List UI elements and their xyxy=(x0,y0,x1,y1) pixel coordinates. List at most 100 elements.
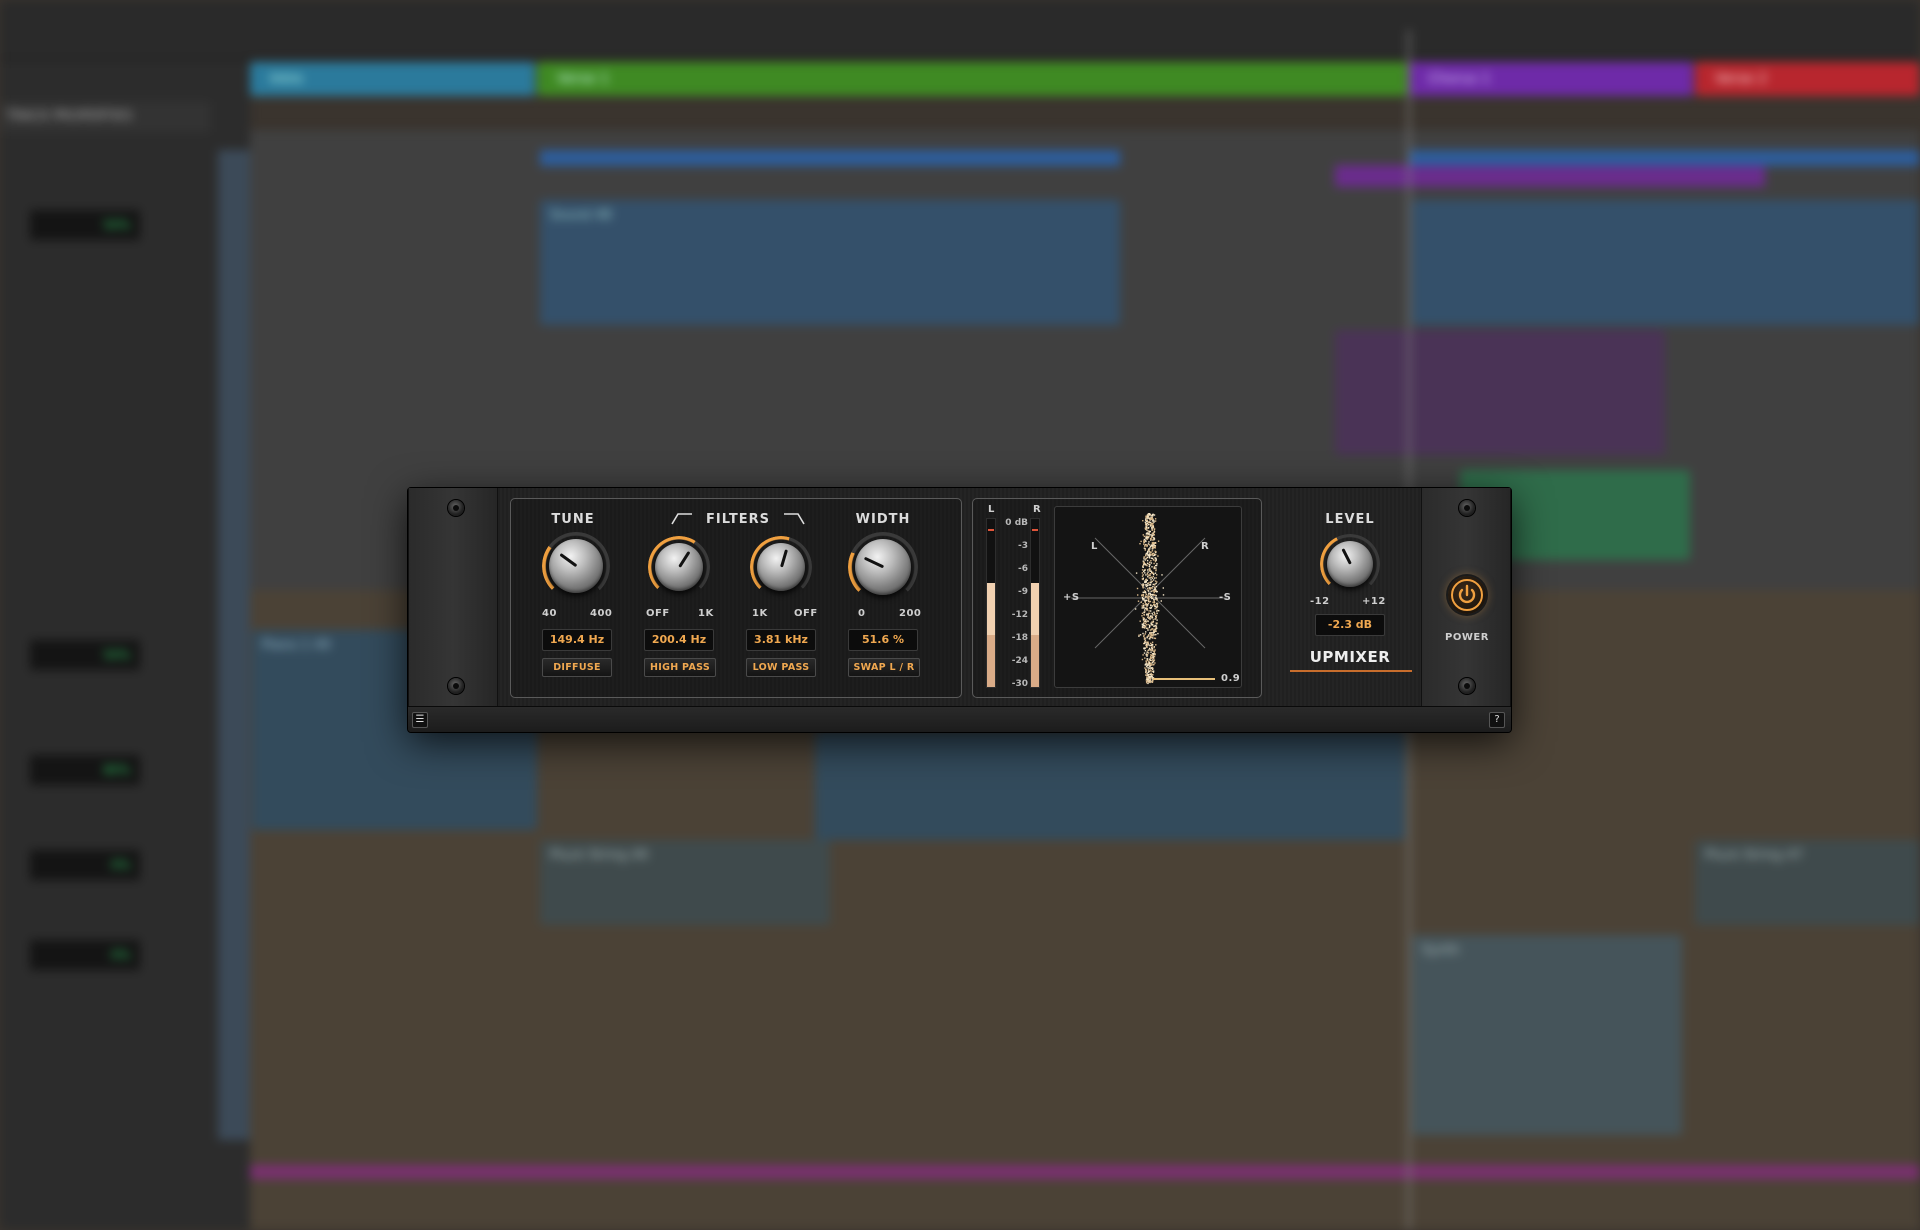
scope-dot xyxy=(1144,549,1146,551)
upmixer-plugin-window: TUNE 40 400 149.4 Hz DIFFUSE FILTERS OFF… xyxy=(408,488,1511,732)
highpass-readout[interactable]: 200.4 Hz xyxy=(644,629,714,651)
menu-icon[interactable]: ☰ xyxy=(412,712,428,728)
scope-dot xyxy=(1148,557,1151,559)
scope-dot xyxy=(1148,647,1151,650)
width-min: 0 xyxy=(858,608,866,619)
scope-dot xyxy=(1149,563,1151,566)
scope-dot xyxy=(1141,578,1144,580)
scope-dot xyxy=(1156,610,1158,613)
scope-dot xyxy=(1155,615,1157,618)
scope-dot xyxy=(1146,651,1148,653)
scope-dot xyxy=(1142,654,1144,656)
highpass-knob[interactable] xyxy=(648,536,710,598)
width-knob[interactable] xyxy=(848,532,918,602)
scope-dot xyxy=(1151,550,1154,552)
scope-dot xyxy=(1150,644,1153,646)
scope-dot xyxy=(1146,564,1148,567)
level-knob[interactable] xyxy=(1320,534,1380,594)
scope-dot xyxy=(1151,633,1153,635)
scope-dot xyxy=(1148,577,1150,579)
scope-dot xyxy=(1147,523,1150,526)
level-readout[interactable]: -2.3 dB xyxy=(1315,614,1385,636)
scope-dot xyxy=(1146,659,1149,662)
high-pass-button[interactable]: HIGH PASS xyxy=(644,658,716,677)
scope-dot xyxy=(1148,595,1151,598)
scope-dot xyxy=(1147,594,1149,596)
scope-dot xyxy=(1155,577,1157,579)
scope-dot xyxy=(1148,514,1151,516)
scope-dot xyxy=(1155,559,1157,561)
scope-dot xyxy=(1150,610,1152,612)
scope-dot xyxy=(1150,570,1152,572)
width-readout[interactable]: 51.6 % xyxy=(848,629,918,651)
scope-dot xyxy=(1145,631,1147,633)
scope-dot xyxy=(1147,629,1149,631)
scope-dot xyxy=(1144,633,1146,635)
tune-readout[interactable]: 149.4 Hz xyxy=(542,629,612,651)
scope-dot xyxy=(1148,541,1150,543)
scope-dot xyxy=(1143,556,1145,559)
scope-dot xyxy=(1153,562,1155,565)
bar-purple xyxy=(1335,165,1765,187)
scope-dot xyxy=(1161,574,1163,576)
scope-dot xyxy=(1154,608,1156,610)
scope-dot xyxy=(1143,569,1146,572)
swap-lr-button[interactable]: SWAP L / R xyxy=(848,658,920,677)
scope-dot xyxy=(1146,559,1149,562)
lowpass-readout[interactable]: 3.81 kHz xyxy=(746,629,816,651)
scope-dot xyxy=(1146,655,1148,657)
scope-dot xyxy=(1142,593,1144,596)
scope-dot xyxy=(1147,569,1149,571)
scope-dot xyxy=(1152,668,1154,670)
scope-dot xyxy=(1153,659,1155,662)
scope-dot xyxy=(1143,543,1145,545)
scope-dot xyxy=(1147,590,1150,592)
scope-dot xyxy=(1147,587,1149,590)
scope-dot xyxy=(1145,585,1148,588)
scope-dot xyxy=(1149,680,1152,682)
scope-dot xyxy=(1148,587,1151,589)
scope-dot xyxy=(1152,680,1154,682)
scope-dot xyxy=(1149,632,1151,634)
scope-dot xyxy=(1151,621,1154,623)
meter-scale-tick: -24 xyxy=(1011,656,1028,666)
scope-dot xyxy=(1145,528,1147,531)
scope-dot xyxy=(1153,646,1155,649)
scope-dot xyxy=(1151,654,1153,657)
lowpass-knob[interactable] xyxy=(750,536,812,598)
scope-dot xyxy=(1156,574,1158,576)
scope-dot xyxy=(1147,641,1149,643)
scope-l-label: L xyxy=(1091,541,1098,552)
scope-dot xyxy=(1153,637,1156,639)
scope-dot xyxy=(1145,518,1147,520)
scope-dot xyxy=(1156,619,1158,621)
screw-icon xyxy=(448,678,464,694)
scope-dot xyxy=(1157,555,1159,557)
low-pass-button[interactable]: LOW PASS xyxy=(746,658,816,677)
scope-dot xyxy=(1150,672,1152,675)
scope-dot xyxy=(1144,581,1146,583)
scope-dot xyxy=(1149,681,1151,684)
scope-dot xyxy=(1149,674,1152,676)
scope-dot xyxy=(1156,602,1159,605)
level-max: +12 xyxy=(1362,596,1386,607)
tune-knob[interactable] xyxy=(542,532,610,600)
scope-dot xyxy=(1147,635,1149,637)
power-icon xyxy=(1451,579,1483,611)
scope-dot xyxy=(1155,633,1157,636)
scope-dot xyxy=(1151,545,1154,547)
scope-dot xyxy=(1147,597,1149,599)
scope-dot xyxy=(1149,573,1152,575)
scope-dot xyxy=(1149,644,1151,647)
scope-dot xyxy=(1145,574,1147,576)
diffuse-button[interactable]: DIFFUSE xyxy=(542,658,612,677)
scope-dot xyxy=(1153,566,1156,568)
scope-dot xyxy=(1150,517,1153,519)
power-button[interactable] xyxy=(1448,576,1486,614)
scope-dot xyxy=(1143,563,1145,566)
scope-dot xyxy=(1145,557,1148,560)
scope-dot xyxy=(1156,581,1158,583)
help-button[interactable]: ? xyxy=(1489,712,1505,728)
scope-dot xyxy=(1151,580,1153,583)
scope-dot xyxy=(1147,677,1149,679)
